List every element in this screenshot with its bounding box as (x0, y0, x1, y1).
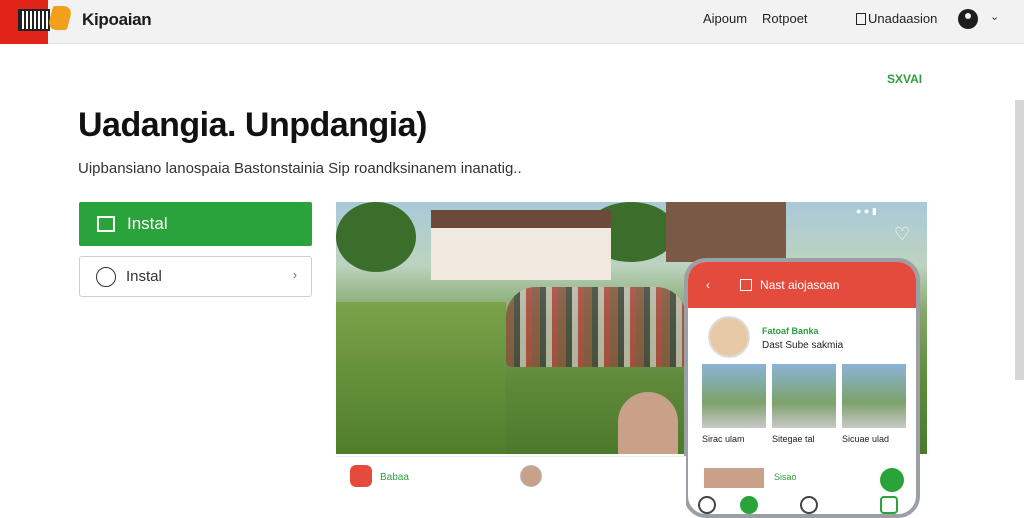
list-tag: Sisao (774, 472, 797, 482)
finger-shape (618, 392, 678, 454)
heart-icon[interactable]: ♡ (894, 224, 910, 245)
check-button[interactable] (880, 468, 904, 492)
page-subtitle: Uipbansiano lanospaia Bastonstainia Sip … (78, 160, 522, 177)
scrollbar[interactable] (1015, 100, 1024, 380)
install-primary-button[interactable]: Instal (79, 202, 312, 246)
radio-circle-icon (96, 266, 116, 287)
photo-card[interactable] (772, 364, 836, 428)
top-navbar: Kipoaian Aipoum Rotpoet Unadaasion ⌄ (0, 0, 1024, 44)
dock-icon[interactable] (880, 496, 898, 514)
qr-icon (18, 9, 50, 31)
photo-caption: Sitegae tal (772, 434, 815, 444)
list-thumbnail[interactable] (704, 468, 764, 488)
document-icon (856, 12, 866, 25)
photo-card[interactable] (842, 364, 906, 428)
crowd-shape (506, 287, 686, 367)
phone-mockup: ‹ Nast aiojasoan Fatoaf Banka Dast Sube … (684, 258, 920, 518)
brand-name[interactable]: Kipoaian (82, 10, 152, 30)
image-icon (740, 279, 752, 291)
install-secondary-label: Instal (126, 268, 162, 285)
home-icon (97, 216, 115, 232)
bottom-app-row: Babaa (336, 456, 686, 512)
user-avatar-icon[interactable] (958, 9, 978, 29)
nav-link-product[interactable]: Rotpoet (762, 11, 808, 26)
leaf-icon (46, 6, 74, 30)
install-primary-label: Instal (127, 214, 168, 233)
dock-icon[interactable] (698, 496, 716, 514)
house-shape (431, 210, 611, 280)
phone-header-title: Nast aiojasoan (760, 278, 840, 292)
install-secondary-button[interactable]: Instal › (79, 256, 312, 297)
photo-card[interactable] (702, 364, 766, 428)
chevron-right-icon: › (293, 268, 297, 282)
photo-caption: Sicuae ulad (842, 434, 890, 444)
brand-logo[interactable] (0, 0, 74, 44)
dock-icon[interactable] (800, 496, 818, 514)
page-title: Uadangia. Unpdangia) (78, 106, 427, 144)
app-label: Babaa (380, 472, 409, 483)
corner-label[interactable]: SXVAI (887, 72, 922, 86)
avatar[interactable] (520, 465, 542, 487)
profile-name: Fatoaf Banka (762, 326, 819, 336)
nav-link-account[interactable]: Unadaasion (856, 11, 937, 26)
phone-header: ‹ Nast aiojasoan (688, 262, 916, 308)
chevron-down-icon[interactable]: ⌄ (990, 10, 999, 23)
photo-caption: Sirac ulam (702, 434, 745, 444)
nav-account-label: Unadaasion (868, 11, 938, 26)
back-arrow-icon[interactable]: ‹ (706, 278, 710, 292)
profile-avatar[interactable] (708, 316, 750, 358)
app-icon[interactable] (350, 465, 372, 487)
grass-shape (336, 302, 506, 454)
tree-shape (336, 202, 416, 272)
status-bar-icons: ● ● ▮ (856, 206, 877, 216)
nav-link-about[interactable]: Aipoum (703, 11, 747, 26)
house-shape (666, 202, 786, 262)
dock-icon[interactable] (740, 496, 758, 514)
profile-meta: Dast Sube sakmia (762, 340, 844, 351)
phone-dock (684, 492, 920, 514)
